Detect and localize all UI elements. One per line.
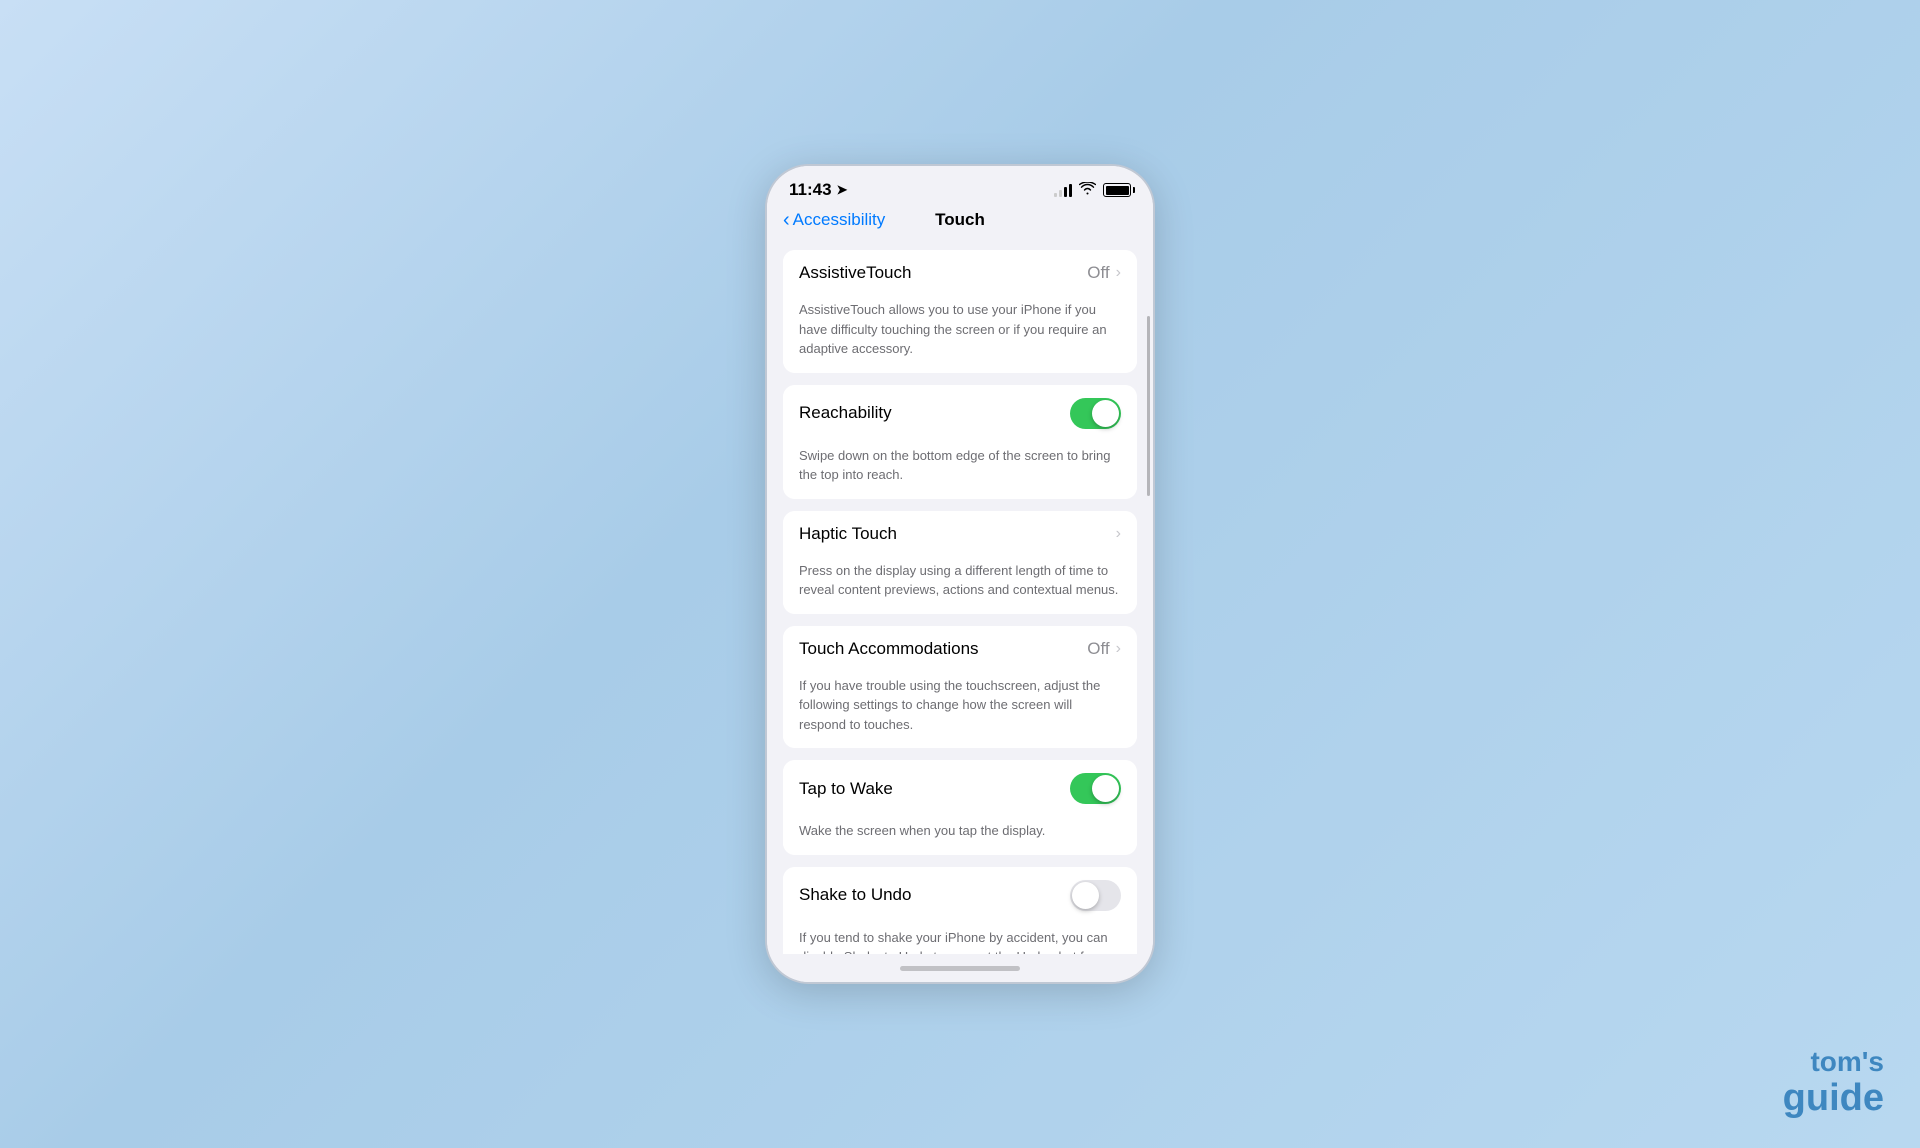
status-bar: 11:43 ➤ [767, 166, 1153, 206]
reachability-card: Reachability Swipe down on the bottom ed… [783, 385, 1137, 499]
nav-title: Touch [935, 210, 985, 230]
settings-content[interactable]: AssistiveTouch Off › AssistiveTouch allo… [767, 238, 1153, 954]
status-icons [1054, 182, 1131, 198]
touch-accommodations-label: Touch Accommodations [799, 639, 979, 659]
touch-accommodations-right: Off › [1087, 639, 1121, 659]
toms-guide-watermark: tom's guide [1783, 1047, 1884, 1120]
status-time: 11:43 ➤ [789, 180, 847, 200]
haptic-touch-row[interactable]: Haptic Touch › [783, 511, 1137, 557]
chevron-right-icon: › [1116, 640, 1121, 658]
watermark-line1: tom's [1783, 1047, 1884, 1078]
battery-icon [1103, 183, 1131, 197]
touch-accommodations-value: Off [1087, 639, 1109, 659]
assistivetouch-desc: AssistiveTouch allows you to use your iP… [783, 296, 1137, 373]
shake-to-undo-label: Shake to Undo [799, 885, 911, 905]
scrollbar-track [1147, 286, 1150, 952]
chevron-left-icon: ‹ [783, 210, 790, 230]
assistivetouch-label: AssistiveTouch [799, 263, 911, 283]
home-bar [900, 966, 1020, 971]
assistivetouch-card: AssistiveTouch Off › AssistiveTouch allo… [783, 250, 1137, 373]
haptic-touch-right: › [1116, 525, 1121, 543]
wifi-icon [1079, 182, 1096, 198]
haptic-touch-desc: Press on the display using a different l… [783, 557, 1137, 614]
phone-frame: 11:43 ➤ ‹ [765, 164, 1155, 984]
time-label: 11:43 [789, 180, 832, 200]
home-indicator [767, 954, 1153, 982]
back-label: Accessibility [793, 210, 886, 230]
reachability-toggle[interactable] [1070, 398, 1121, 429]
toggle-thumb [1092, 400, 1119, 427]
shake-to-undo-desc: If you tend to shake your iPhone by acci… [783, 924, 1137, 955]
toggle-thumb [1072, 882, 1099, 909]
chevron-right-icon: › [1116, 264, 1121, 282]
tap-to-wake-row[interactable]: Tap to Wake [783, 760, 1137, 817]
location-icon: ➤ [837, 182, 848, 198]
toggle-thumb [1092, 775, 1119, 802]
tap-to-wake-card: Tap to Wake Wake the screen when you tap… [783, 760, 1137, 855]
tap-to-wake-label: Tap to Wake [799, 779, 893, 799]
tap-to-wake-toggle[interactable] [1070, 773, 1121, 804]
signal-icon [1054, 183, 1072, 197]
touch-accommodations-row[interactable]: Touch Accommodations Off › [783, 626, 1137, 672]
touch-accommodations-desc: If you have trouble using the touchscree… [783, 672, 1137, 749]
back-button[interactable]: ‹ Accessibility [783, 210, 885, 230]
assistivetouch-value: Off [1087, 263, 1109, 283]
assistivetouch-right: Off › [1087, 263, 1121, 283]
shake-to-undo-card: Shake to Undo If you tend to shake your … [783, 867, 1137, 955]
reachability-desc: Swipe down on the bottom edge of the scr… [783, 442, 1137, 499]
haptic-touch-label: Haptic Touch [799, 524, 897, 544]
reachability-row[interactable]: Reachability [783, 385, 1137, 442]
chevron-right-icon: › [1116, 525, 1121, 543]
watermark-line2: guide [1783, 1078, 1884, 1120]
assistivetouch-row[interactable]: AssistiveTouch Off › [783, 250, 1137, 296]
tap-to-wake-desc: Wake the screen when you tap the display… [783, 817, 1137, 855]
shake-to-undo-row[interactable]: Shake to Undo [783, 867, 1137, 924]
shake-to-undo-toggle[interactable] [1070, 880, 1121, 911]
touch-accommodations-card: Touch Accommodations Off › If you have t… [783, 626, 1137, 749]
haptic-touch-card: Haptic Touch › Press on the display usin… [783, 511, 1137, 614]
scrollbar-thumb [1147, 316, 1150, 496]
nav-bar: ‹ Accessibility Touch [767, 206, 1153, 238]
reachability-label: Reachability [799, 403, 892, 423]
